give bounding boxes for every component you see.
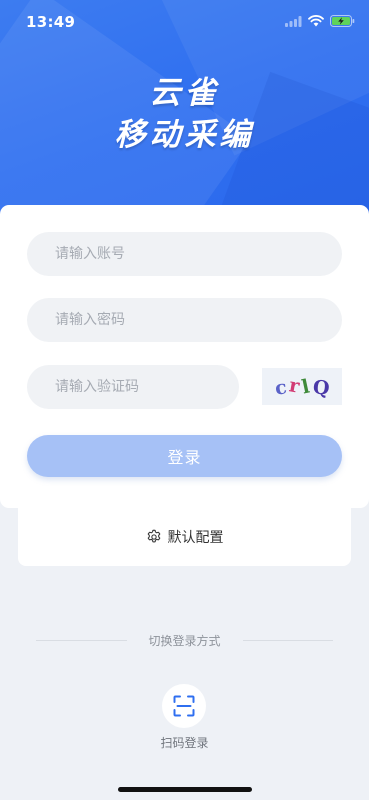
scan-login-button[interactable] [162, 684, 206, 728]
app-title-line2: 移动采编 [114, 117, 255, 153]
default-config-label: 默认配置 [167, 530, 224, 546]
app-title: 云雀 移动采编 [0, 72, 369, 156]
captcha-char: l [300, 374, 312, 399]
app-title-line1: 云雀 [149, 75, 220, 111]
switch-login-text: 切换登录方式 [148, 633, 221, 648]
status-time: 13:49 [26, 13, 76, 31]
signal-icon [285, 15, 302, 27]
scan-login-label: 扫码登录 [160, 736, 209, 750]
login-button[interactable]: 登录 [27, 435, 342, 477]
login-form-card: c r l Q 登录 [0, 205, 369, 508]
status-icons [285, 15, 355, 27]
home-indicator [118, 787, 252, 792]
gear-icon [147, 529, 160, 543]
password-input[interactable] [27, 298, 342, 342]
scan-icon [173, 695, 195, 717]
captcha-input[interactable] [27, 365, 239, 409]
wifi-icon [308, 15, 324, 27]
default-config-button[interactable]: 默认配置 [18, 508, 351, 566]
captcha-image[interactable]: c r l Q [262, 368, 342, 405]
captcha-char: c [273, 375, 289, 400]
captcha-char: Q [311, 375, 331, 400]
login-screen: 13:49 云雀 移动采编 请输入账号 请输入验证码 c r l Q 登录 默认… [0, 0, 369, 800]
status-bar: 13:49 [0, 0, 369, 44]
divider-line [242, 639, 334, 641]
switch-login-divider: 切换登录方式 [36, 630, 334, 650]
divider-line [36, 639, 127, 641]
account-input[interactable] [27, 232, 342, 276]
battery-charging-icon [330, 15, 355, 27]
